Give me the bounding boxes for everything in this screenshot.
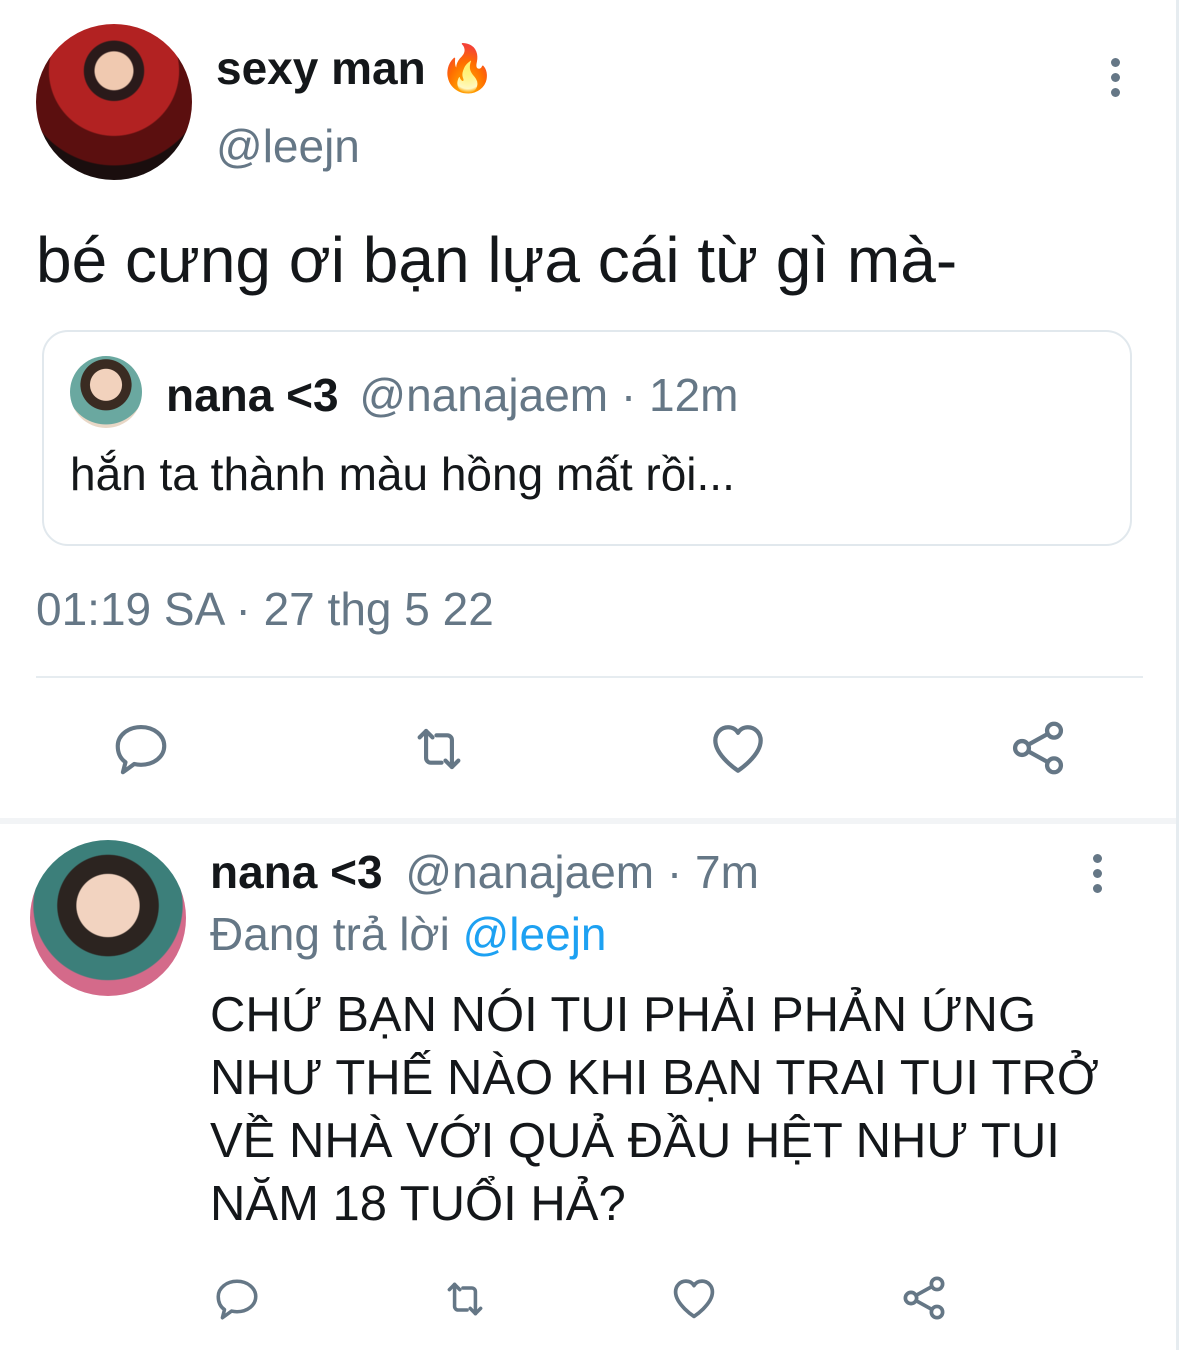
quoted-display-name: nana <3: [166, 369, 339, 421]
avatar-sexy-man[interactable]: [36, 24, 192, 180]
retweet-icon[interactable]: [406, 718, 472, 780]
display-name[interactable]: sexy man: [216, 42, 426, 94]
quoted-tweet-card[interactable]: nana <3 @nanajaem · 12m hắn ta thành màu…: [42, 330, 1132, 546]
reply-text-line: NĂM 18 TUỔI HẢ?: [210, 1177, 626, 1231]
reply-text: CHỨ BẠN NÓI TUI PHẢI PHẢN ỨNG NHƯ THẾ NÀ…: [210, 984, 1099, 1236]
replying-to-link[interactable]: @leejn: [463, 908, 607, 960]
quoted-handle: @nanajaem: [359, 369, 609, 421]
reply-time: 7m: [695, 846, 759, 898]
avatar-nana[interactable]: [30, 840, 186, 996]
replying-to-label: Đang trả lời: [210, 908, 450, 960]
reply-icon[interactable]: [212, 1274, 262, 1324]
quoted-text: hắn ta thành màu hồng mất rồi...: [70, 448, 735, 500]
separator-dot: ·: [620, 369, 637, 421]
fire-icon: 🔥: [438, 42, 496, 94]
reply-handle[interactable]: @nanajaem: [405, 846, 654, 898]
divider: [36, 676, 1143, 678]
share-icon[interactable]: [898, 1272, 950, 1324]
reply-text-line: VỀ NHÀ VỚI QUẢ ĐẦU HỆT NHƯ TUI: [210, 1114, 1060, 1168]
reply-text-line: NHƯ THẾ NÀO KHI BẠN TRAI TUI TRỞ: [210, 1051, 1099, 1105]
share-icon[interactable]: [1006, 716, 1070, 780]
like-icon[interactable]: [706, 716, 770, 780]
reply-text-line: CHỨ BẠN NÓI TUI PHẢI PHẢN ỨNG: [210, 988, 1037, 1042]
reply-display-name[interactable]: nana <3: [210, 846, 383, 898]
tweet-text: bé cưng ơi bạn lựa cái từ gì mà-: [36, 224, 958, 296]
more-options-icon[interactable]: [1082, 854, 1112, 894]
tweet-timestamp: 01:19 SA · 27 thg 5 22: [36, 583, 494, 635]
user-handle[interactable]: @leejn: [216, 118, 360, 174]
retweet-icon[interactable]: [438, 1274, 492, 1324]
quoted-time: 12m: [649, 369, 739, 421]
more-options-icon[interactable]: [1100, 58, 1130, 98]
like-icon[interactable]: [668, 1272, 720, 1324]
reply-icon[interactable]: [110, 718, 172, 780]
quoted-avatar: [70, 356, 142, 428]
separator-dot: ·: [666, 846, 683, 898]
section-divider: [0, 818, 1179, 824]
